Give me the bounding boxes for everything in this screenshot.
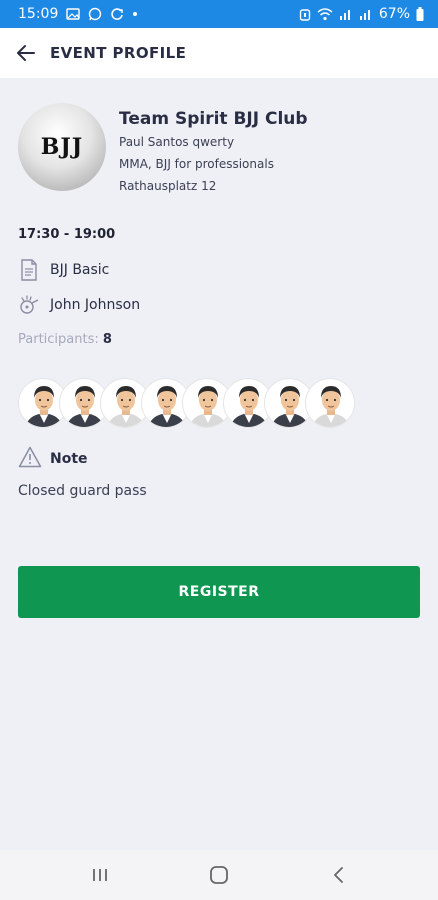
battery-percent: 67%	[378, 6, 410, 22]
chevron-left-icon	[334, 867, 344, 883]
app-bar: EVENT PROFILE	[0, 28, 438, 78]
event-class-row: BJJ Basic	[18, 258, 109, 282]
home-icon	[210, 866, 228, 884]
participants-summary: Participants: 8	[18, 332, 112, 347]
note-label: Note	[50, 451, 88, 467]
participants-label: Participants:	[18, 332, 99, 347]
dot-notification-icon	[132, 11, 138, 17]
sync-notification-icon	[110, 7, 124, 21]
club-info: Team Spirit BJJ Club Paul Santos qwerty …	[119, 107, 308, 197]
back-button[interactable]	[14, 41, 38, 65]
home-button[interactable]	[199, 855, 239, 895]
club-description: MMA, BJJ for professionals	[119, 157, 274, 171]
system-nav-bar	[0, 850, 438, 900]
status-bar: 15:09 67%	[0, 0, 438, 28]
whatsapp-notification-icon	[88, 7, 102, 21]
event-coach-row: John Johnson	[18, 293, 140, 317]
back-nav-button[interactable]	[318, 855, 358, 895]
coach-icon	[18, 293, 40, 317]
club-logo-text: BJJ	[40, 134, 84, 160]
participant-avatar[interactable]	[305, 378, 355, 428]
status-time: 15:09	[18, 6, 59, 22]
participants-avatars	[18, 378, 355, 428]
club-header: BJJ Team Spirit BJJ Club Paul Santos qwe…	[18, 103, 418, 193]
back-arrow-icon	[17, 45, 35, 61]
alarm-icon	[299, 7, 311, 21]
club-logo: BJJ	[18, 103, 106, 191]
club-name: Team Spirit BJJ Club	[119, 109, 308, 129]
warning-icon	[18, 446, 42, 472]
event-class-name: BJJ Basic	[50, 262, 110, 278]
signal-icon-2	[359, 8, 373, 20]
register-button[interactable]: REGISTER	[18, 566, 420, 618]
page-title: EVENT PROFILE	[50, 44, 187, 62]
club-address: Rathausplatz 12	[119, 179, 217, 193]
recent-apps-icon	[92, 869, 107, 881]
document-icon	[18, 258, 40, 282]
gallery-notification-icon	[66, 8, 81, 20]
club-owner: Paul Santos qwerty	[119, 135, 235, 149]
note-header: Note	[18, 446, 88, 472]
signal-icon	[339, 8, 353, 20]
wifi-icon	[317, 7, 333, 21]
event-time: 17:30 - 19:00	[18, 227, 116, 242]
event-coach-name: John Johnson	[50, 297, 141, 313]
participants-count: 8	[102, 332, 112, 347]
note-text: Closed guard pass	[18, 483, 147, 499]
battery-icon	[416, 7, 424, 21]
recent-apps-button[interactable]	[80, 855, 120, 895]
